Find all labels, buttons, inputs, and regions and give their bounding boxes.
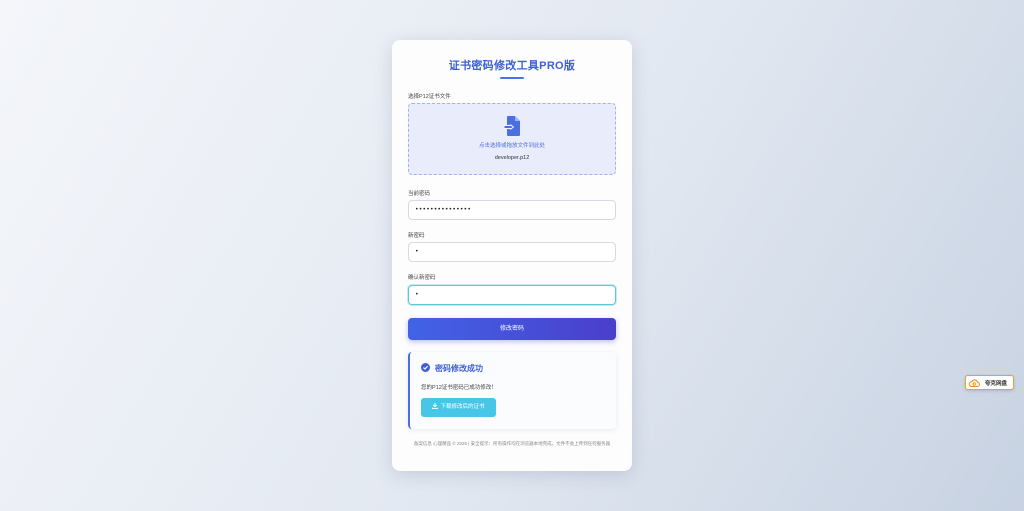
file-dropzone[interactable]: 点击选择或拖放文件到此处 developer.p12 <box>408 103 616 175</box>
change-password-button[interactable]: 修改密码 <box>408 318 616 340</box>
confirm-password-label: 确认新密码 <box>408 275 436 281</box>
success-panel: 密码修改成功 您的P12证书密码已成功修改！ 下载修改后的证书 <box>408 352 616 429</box>
check-circle-icon <box>421 363 430 372</box>
file-import-icon <box>504 116 520 136</box>
download-button-label: 下载修改后的证书 <box>440 404 485 410</box>
quark-drive-widget[interactable]: 夸克网盘 <box>965 375 1014 390</box>
quark-drive-label: 夸克网盘 <box>985 381 1008 387</box>
success-title: 密码修改成功 <box>435 364 483 373</box>
password-tool-card: 证书密码修改工具PRO版 选择P12证书文件 点击选择或拖放文件到此处 deve… <box>392 40 632 471</box>
file-section-label: 选择P12证书文件 <box>408 94 451 100</box>
confirm-password-input[interactable]: • <box>408 285 616 305</box>
current-password-label: 当前密码 <box>408 191 431 197</box>
page-title: 证书密码修改工具PRO版 <box>448 60 576 72</box>
selected-file-name: developer.p12 <box>494 155 530 161</box>
new-password-label: 新密码 <box>408 233 425 239</box>
download-icon <box>432 403 439 410</box>
cloud-icon <box>968 379 980 387</box>
download-certificate-button[interactable]: 下载修改后的证书 <box>421 398 496 417</box>
footer-text: 备案信息 心理精品 © 2026 | 安全提示：所有操作均在浏览器本地完成，文件… <box>413 441 611 446</box>
title-underline <box>500 77 524 79</box>
success-message: 您的P12证书密码已成功修改！ <box>421 385 497 391</box>
current-password-input[interactable]: ••••••••••••••• <box>408 200 616 220</box>
new-password-input[interactable]: • <box>408 242 616 262</box>
drop-hint: 点击选择或拖放文件到此处 <box>478 143 545 149</box>
